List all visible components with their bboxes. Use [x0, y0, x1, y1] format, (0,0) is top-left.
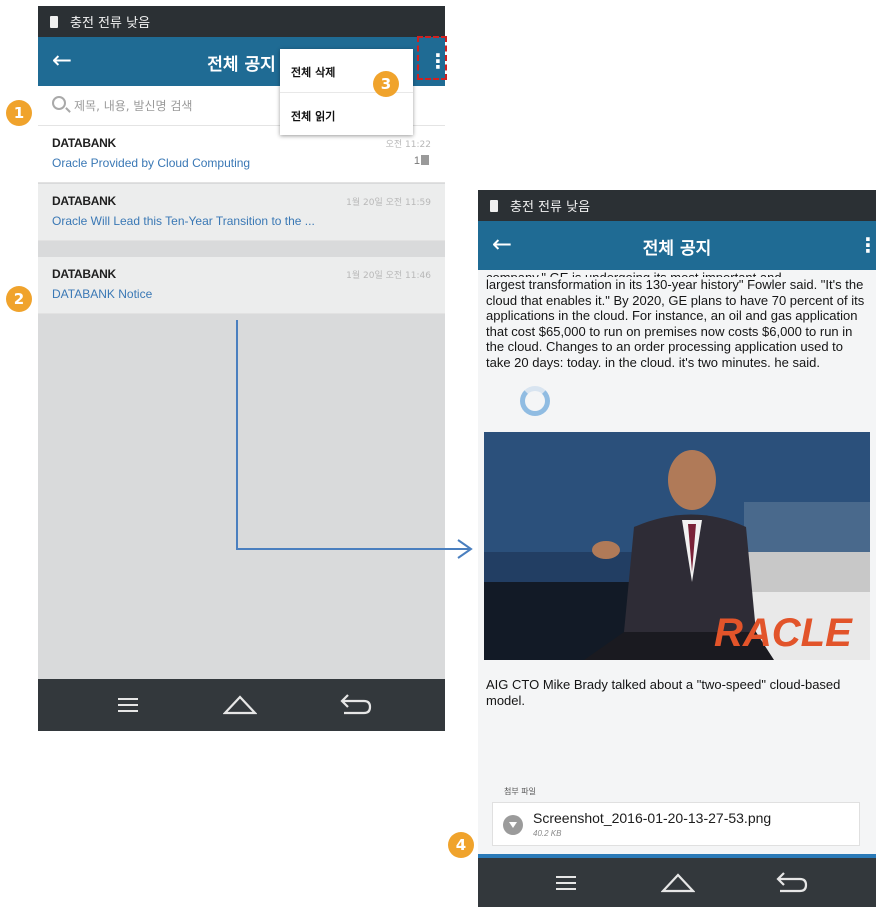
back-nav-icon[interactable]: [774, 871, 808, 895]
article-photo: RACLE: [484, 432, 870, 660]
photo-caption: AIG CTO Mike Brady talked about a "two-s…: [486, 677, 841, 708]
battery-icon: [490, 199, 498, 212]
attachment-label: 첨부 파일: [504, 787, 536, 796]
phone-screen-detail: 충전 전류 낮음 ← 전체 공지 ⋮ company." GE is under…: [478, 190, 876, 907]
page-title: 전체 공지: [642, 239, 712, 259]
status-text: 충전 전류 낮음: [510, 200, 591, 215]
attachment-size: 40.2 KB: [533, 829, 562, 838]
menu-icon[interactable]: [556, 876, 576, 890]
article-top-line: company." GE is undergoing its most impo…: [486, 270, 868, 277]
overflow-menu-icon[interactable]: ⋮: [858, 235, 876, 255]
home-icon[interactable]: [661, 871, 695, 893]
nav-bar: [478, 858, 876, 907]
loading-spinner: [520, 386, 550, 416]
attachment-item[interactable]: Screenshot_2016-01-20-13-27-53.png 40.2 …: [492, 802, 860, 846]
article-text: largest transformation in its 130-year h…: [486, 277, 865, 370]
photo-sign-text: RACLE: [714, 611, 853, 655]
photo-illustration: RACLE: [484, 432, 870, 660]
article-body: company." GE is undergoing its most impo…: [478, 270, 876, 370]
app-bar: ← 전체 공지 ⋮: [478, 221, 876, 270]
attachment-filename: Screenshot_2016-01-20-13-27-53.png: [533, 810, 772, 826]
status-bar: 충전 전류 낮음: [478, 190, 876, 221]
download-icon[interactable]: [503, 815, 523, 835]
